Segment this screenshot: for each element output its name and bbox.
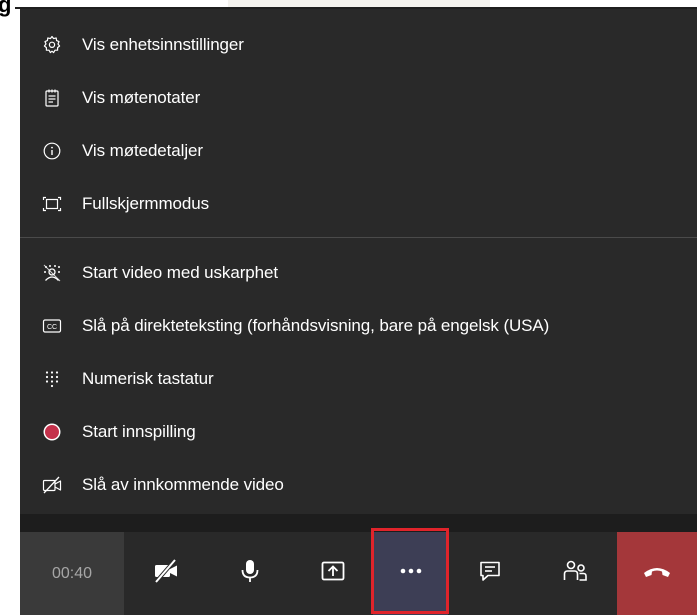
call-timer: 00:40 <box>20 532 124 615</box>
participants-button[interactable] <box>532 532 617 615</box>
menu-item-label: Start innspilling <box>82 422 196 441</box>
menu-item-live-captions[interactable]: CC Slå på direkteteksting (forhåndsvisni… <box>20 306 697 346</box>
camera-toggle-button[interactable] <box>124 532 208 615</box>
more-actions-menu: Vis enhetsinnstillinger Vis møtenotater <box>20 9 697 514</box>
camera-off-icon <box>153 558 179 589</box>
closed-captions-icon: CC <box>42 316 62 336</box>
hang-up-icon <box>642 561 672 586</box>
participants-icon <box>562 558 588 589</box>
menu-item-label: Fullskjermmodus <box>82 194 209 213</box>
share-screen-icon <box>320 558 346 589</box>
menu-item-meeting-notes[interactable]: Vis møtenotater <box>20 78 697 118</box>
chat-icon <box>477 558 503 589</box>
fullscreen-icon <box>42 194 62 214</box>
menu-item-device-settings[interactable]: Vis enhetsinnstillinger <box>20 25 697 65</box>
teams-meeting-more-menu-screenshot: g Vis enhetsinnstillinger Vis møtenotate… <box>0 0 697 615</box>
microphone-icon <box>237 558 263 589</box>
menu-item-label: Numerisk tastatur <box>82 369 214 388</box>
hang-up-button[interactable] <box>617 532 697 615</box>
menu-item-meeting-details[interactable]: Vis møtedetaljer <box>20 131 697 171</box>
svg-text:CC: CC <box>47 324 57 331</box>
blur-background-icon <box>42 263 62 283</box>
share-screen-button[interactable] <box>292 532 373 615</box>
menu-item-label: Vis enhetsinnstillinger <box>82 35 244 54</box>
record-icon <box>42 422 62 442</box>
menu-item-label: Vis møtedetaljer <box>82 141 203 160</box>
menu-item-label: Slå på direkteteksting (forhåndsvisning,… <box>82 316 550 335</box>
notes-icon <box>42 88 62 108</box>
chat-button[interactable] <box>448 532 532 615</box>
menu-item-start-recording[interactable]: Start innspilling <box>20 412 697 452</box>
microphone-button[interactable] <box>208 532 292 615</box>
menu-item-fullscreen[interactable]: Fullskjermmodus <box>20 184 697 224</box>
cropped-text-fragment: g <box>0 0 22 22</box>
menu-item-dial-pad[interactable]: Numerisk tastatur <box>20 359 697 399</box>
dialpad-icon <box>42 369 62 389</box>
menu-divider <box>20 237 697 238</box>
menu-item-incoming-video-off[interactable]: Slå av innkommende video <box>20 465 697 505</box>
cropped-letter: g <box>0 0 12 17</box>
menu-item-label: Start video med uskarphet <box>82 263 278 282</box>
info-icon <box>42 141 62 161</box>
menu-item-label: Vis møtenotater <box>82 88 201 107</box>
meeting-controls-toolbar: 00:40 <box>20 532 697 615</box>
more-options-highlight-box <box>371 528 449 614</box>
gear-icon <box>42 35 62 55</box>
video-off-icon <box>42 475 62 495</box>
menu-bottom-gap <box>20 514 697 532</box>
menu-item-label: Slå av innkommende video <box>82 475 284 494</box>
menu-item-blur-background[interactable]: Start video med uskarphet <box>20 253 697 293</box>
